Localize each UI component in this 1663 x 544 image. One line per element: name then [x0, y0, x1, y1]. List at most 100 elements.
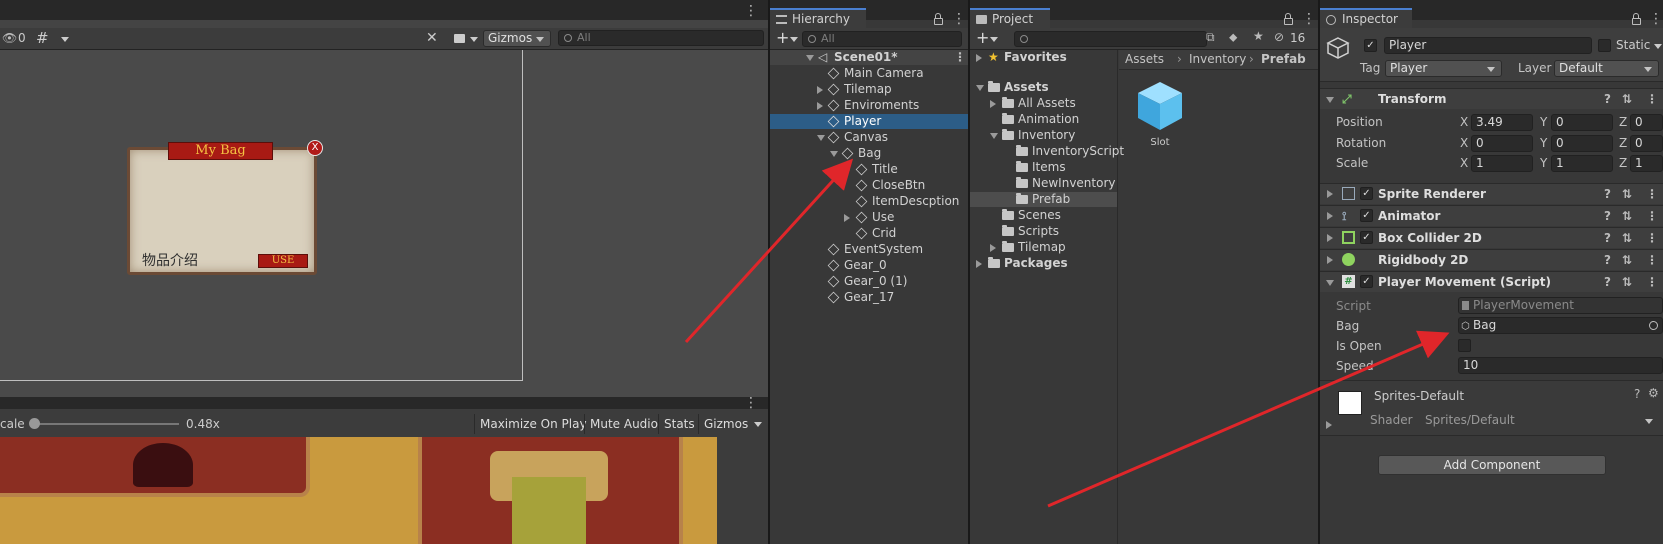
component-enabled-checkbox[interactable]: ✓ [1360, 187, 1373, 200]
project-tree-item[interactable]: InventoryScript [970, 144, 1124, 159]
player-movement-header[interactable]: # ✓ Player Movement (Script) ? ⇅ ⋮ [1320, 271, 1663, 292]
project-tree-item[interactable]: Scenes [970, 208, 1117, 223]
search-by-type-icon[interactable]: ⧉ [1206, 30, 1215, 45]
expand-arrow-icon[interactable] [990, 244, 996, 252]
bag-object-field[interactable]: ⬡ Bag [1458, 317, 1663, 334]
static-label[interactable]: Static [1616, 38, 1650, 52]
project-search-input[interactable] [1014, 31, 1207, 47]
expand-arrow-icon[interactable] [844, 214, 850, 222]
hierarchy-item[interactable]: EventSystem [770, 242, 968, 257]
project-menu-icon[interactable]: ⋮ [1302, 12, 1316, 26]
component-menu-icon[interactable]: ⋮ [1646, 184, 1658, 204]
rotation-x-field[interactable]: 0 [1471, 135, 1533, 152]
expand-arrow-icon[interactable] [1327, 190, 1333, 198]
prefab-asset[interactable]: Slot [1135, 80, 1185, 150]
position-z-field[interactable]: 0 [1630, 114, 1663, 131]
add-component-button[interactable]: Add Component [1378, 455, 1606, 475]
hierarchy-item[interactable]: Title [770, 162, 968, 177]
help-icon[interactable]: ? [1604, 89, 1611, 109]
project-tree-item[interactable]: NewInventory [970, 176, 1117, 191]
hierarchy-item[interactable]: CloseBtn [770, 178, 968, 193]
rotation-z-field[interactable]: 0 [1630, 135, 1663, 152]
help-icon[interactable]: ? [1604, 206, 1611, 226]
visibility-icon[interactable]: 👁 [2, 31, 17, 45]
expand-arrow-icon[interactable] [976, 260, 982, 268]
breadcrumb-item[interactable]: Prefab [1261, 50, 1306, 69]
hierarchy-item[interactable]: Bag [770, 146, 968, 161]
box-collider-header[interactable]: ✓ Box Collider 2D ? ⇅ ⋮ [1320, 227, 1663, 248]
project-tree-item[interactable]: Tilemap [970, 240, 1117, 255]
breadcrumb-item[interactable]: Inventory [1189, 50, 1246, 69]
presets-icon[interactable]: ⇅ [1622, 184, 1632, 204]
shader-dropdown[interactable]: Sprites/Default [1420, 412, 1660, 429]
position-x-field[interactable]: 3.49 [1471, 114, 1533, 131]
project-tree-item[interactable]: Inventory [970, 128, 1117, 143]
grid-dropdown-icon[interactable] [61, 37, 69, 42]
is-open-checkbox[interactable] [1458, 339, 1471, 352]
component-menu-icon[interactable]: ⋮ [1646, 89, 1658, 109]
component-menu-icon[interactable]: ⋮ [1646, 206, 1658, 226]
speed-field[interactable]: 10 [1458, 357, 1663, 374]
hierarchy-search-input[interactable]: All [802, 31, 962, 47]
scene-menu-icon[interactable]: ⋮ [954, 50, 966, 65]
bag-close-button[interactable]: X [307, 140, 323, 156]
grid-icon[interactable]: # [36, 29, 49, 47]
hierarchy-add-icon[interactable]: + [776, 28, 789, 47]
scene-menu-icon[interactable]: ⋮ [744, 4, 758, 18]
presets-icon[interactable]: ⇅ [1622, 206, 1632, 226]
active-checkbox[interactable]: ✓ [1364, 39, 1377, 52]
hierarchy-menu-icon[interactable]: ⋮ [952, 12, 966, 26]
expand-arrow-icon[interactable] [844, 166, 850, 174]
expand-arrow-icon[interactable] [1326, 421, 1332, 429]
tag-dropdown[interactable]: Player [1385, 60, 1502, 77]
sprite-renderer-header[interactable]: ✓ Sprite Renderer ? ⇅ ⋮ [1320, 183, 1663, 204]
game-gizmos-button[interactable]: Gizmos [698, 414, 753, 434]
hierarchy-item[interactable]: ItemDescption [770, 194, 968, 209]
hierarchy-item[interactable]: Main Camera [770, 66, 968, 81]
camera-icon[interactable] [454, 34, 465, 43]
scale-x-field[interactable]: 1 [1471, 155, 1533, 172]
project-tree-item[interactable]: Items [970, 160, 1117, 175]
expand-arrow-icon[interactable] [990, 100, 996, 108]
hierarchy-item[interactable]: Use [770, 210, 968, 225]
gizmos-dropdown[interactable]: Gizmos [483, 30, 551, 47]
presets-icon[interactable]: ⇅ [1622, 272, 1632, 292]
presets-icon[interactable]: ⇅ [1622, 250, 1632, 270]
scale-slider-handle[interactable] [29, 418, 40, 429]
transform-header[interactable]: ⤢ Transform ? ⇅ ⋮ [1320, 88, 1663, 109]
expand-arrow-icon[interactable] [1326, 97, 1334, 103]
scale-z-field[interactable]: 1 [1630, 155, 1663, 172]
project-tree-item-selected[interactable]: Prefab [970, 192, 1117, 207]
bag-panel[interactable]: My Bag X 物品介绍 USE [127, 140, 323, 275]
scene-canvas[interactable]: My Bag X 物品介绍 USE [0, 50, 768, 397]
component-menu-icon[interactable]: ⋮ [1646, 272, 1658, 292]
layer-dropdown[interactable]: Default [1554, 60, 1659, 77]
inspector-lock-icon[interactable] [1632, 13, 1641, 25]
hierarchy-lock-icon[interactable] [934, 13, 943, 25]
game-render[interactable] [0, 437, 717, 544]
camera-dropdown-icon[interactable] [470, 37, 478, 42]
hierarchy-item-selected[interactable]: Player [770, 114, 968, 129]
expand-arrow-icon[interactable] [976, 85, 984, 91]
component-enabled-checkbox[interactable]: ✓ [1360, 209, 1373, 222]
hidden-packages-icon[interactable]: ⊘ [1274, 30, 1284, 44]
search-by-label-icon[interactable]: ⬥ [1229, 30, 1237, 45]
project-add-dropdown-icon[interactable] [990, 37, 998, 42]
expand-arrow-icon[interactable] [806, 55, 814, 61]
expand-arrow-icon[interactable] [1327, 256, 1333, 264]
animator-header[interactable]: ⟟ ✓ Animator ? ⇅ ⋮ [1320, 205, 1663, 226]
presets-icon[interactable]: ⇅ [1622, 89, 1632, 109]
static-checkbox[interactable] [1598, 39, 1611, 52]
component-enabled-checkbox[interactable]: ✓ [1360, 231, 1373, 244]
project-tree-item[interactable]: ★ Favorites [970, 50, 1117, 65]
help-icon[interactable]: ? [1604, 184, 1611, 204]
position-y-field[interactable]: 0 [1551, 114, 1613, 131]
bag-use-button[interactable]: USE [258, 254, 308, 268]
scale-y-field[interactable]: 1 [1551, 155, 1613, 172]
tab-hierarchy[interactable]: Hierarchy [770, 8, 866, 28]
hierarchy-item[interactable]: Crid [770, 226, 968, 241]
expand-arrow-icon[interactable] [990, 133, 998, 139]
game-menu-icon[interactable]: ⋮ [744, 396, 758, 410]
expand-arrow-icon[interactable] [817, 135, 825, 141]
mute-audio-button[interactable]: Mute Audio [584, 414, 663, 434]
